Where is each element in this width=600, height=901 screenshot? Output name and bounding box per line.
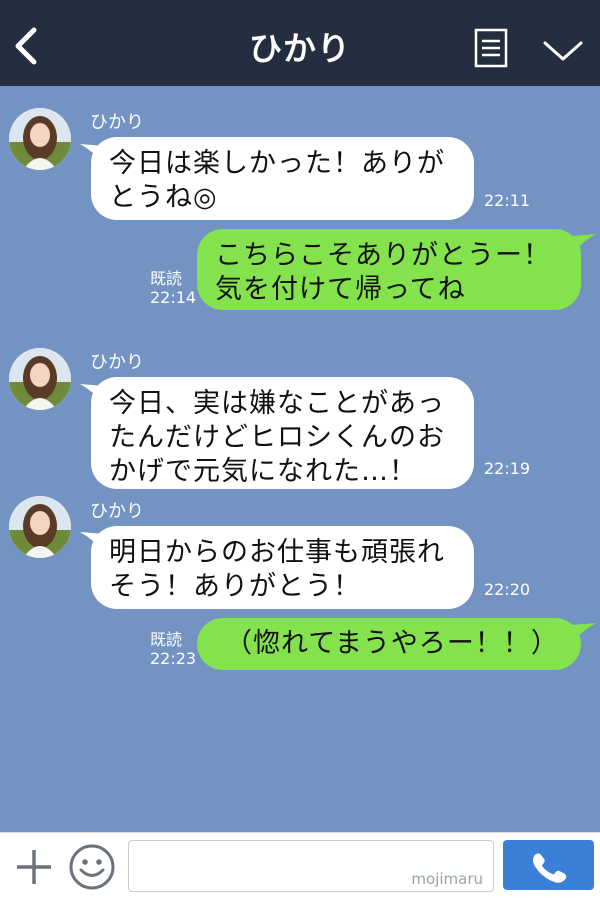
message-line: そう！ありがとう！ (109, 571, 361, 602)
avatar-photo (9, 108, 71, 170)
avatar-photo (9, 496, 71, 558)
chat-area[interactable]: ひかり 今日は楽しかった！ありが とうね◎ 22:11 既読 22:14 こちら… (0, 86, 600, 832)
call-button[interactable] (503, 840, 594, 890)
input-bar: mojimaru (0, 832, 600, 901)
message-line: 今日は楽しかった！ありが (109, 148, 445, 179)
message-bubble[interactable]: （惚れてまうやろー！！） (197, 618, 581, 670)
smiley-icon (69, 844, 115, 890)
avatar[interactable] (9, 496, 71, 558)
read-label: 既読 (150, 630, 183, 649)
plus-icon (17, 850, 51, 884)
bubble-tail (572, 623, 596, 643)
sender-name: ひかり (90, 112, 144, 133)
message-line: 今日、実は嫌なことがあっ (109, 388, 445, 419)
avatar-photo (9, 348, 71, 410)
sender-name: ひかり (90, 352, 144, 373)
watermark: mojimaru (411, 870, 483, 888)
message-line: （惚れてまうやろー！！） (225, 628, 559, 659)
sender-name: ひかり (90, 501, 144, 522)
message-bubble[interactable]: こちらこそありがとうー！ 気を付けて帰ってね (197, 229, 581, 310)
message-line: こちらこそありがとうー！ (215, 240, 551, 271)
message-time: 22:23 (150, 649, 197, 668)
avatar[interactable] (9, 348, 71, 410)
message-bubble[interactable]: 今日は楽しかった！ありが とうね◎ (91, 137, 474, 220)
read-receipt: 既読 22:14 (150, 269, 196, 307)
message-time: 22:14 (150, 288, 197, 307)
message-time: 22:19 (484, 459, 531, 478)
message-line: たんだけどヒロシくんのお (109, 422, 445, 453)
message-line: かげで元気になれた…！ (109, 456, 417, 487)
message-time: 22:20 (484, 580, 531, 599)
message-line: とうね◎ (109, 182, 218, 213)
add-button[interactable] (14, 847, 54, 887)
message-input[interactable]: mojimaru (128, 840, 494, 892)
chat-title: ひかり (249, 29, 351, 68)
read-receipt: 既読 22:23 (150, 630, 196, 668)
notes-icon (474, 28, 508, 68)
message-time: 22:11 (484, 191, 531, 210)
notes-button[interactable] (473, 28, 509, 68)
menu-button[interactable] (540, 36, 586, 66)
chat-header: ひかり (0, 0, 600, 86)
phone-icon (532, 853, 567, 883)
message-line: 気を付けて帰ってね (215, 274, 466, 305)
avatar[interactable] (9, 108, 71, 170)
chevron-down-icon (543, 41, 583, 61)
bubble-tail (572, 234, 596, 254)
message-bubble[interactable]: 今日、実は嫌なことがあっ たんだけどヒロシくんのお かげで元気になれた…！ (91, 377, 474, 489)
read-label: 既読 (150, 269, 183, 288)
emoji-button[interactable] (68, 843, 116, 891)
message-bubble[interactable]: 明日からのお仕事も頑張れ そう！ありがとう！ (91, 526, 474, 609)
message-line: 明日からのお仕事も頑張れ (109, 537, 445, 568)
